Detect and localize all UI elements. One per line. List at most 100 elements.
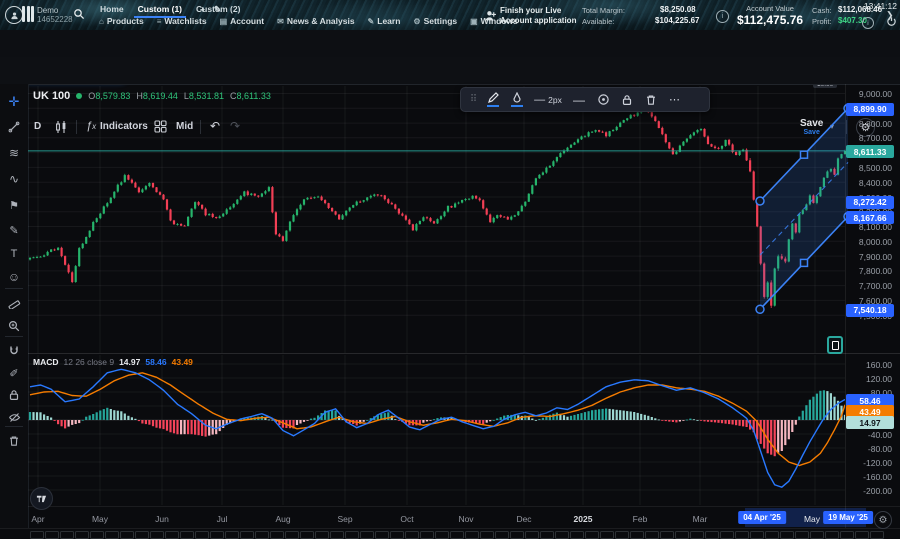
draw-lock-tool[interactable]: ✐ — [0, 364, 28, 382]
window-slot[interactable] — [855, 531, 869, 539]
zoom-in-tool[interactable] — [0, 317, 28, 335]
lock-icon[interactable] — [615, 94, 639, 106]
window-slot[interactable] — [240, 531, 254, 539]
window-slot[interactable] — [75, 531, 89, 539]
window-slot[interactable] — [405, 531, 419, 539]
fib-lines-tool[interactable]: ≋ — [0, 144, 28, 162]
window-slot[interactable] — [165, 531, 179, 539]
window-slot[interactable] — [600, 531, 614, 539]
window-slot[interactable] — [630, 531, 644, 539]
window-slot[interactable] — [750, 531, 764, 539]
window-slot[interactable] — [315, 531, 329, 539]
window-slot[interactable] — [555, 531, 569, 539]
live-account-cta[interactable]: Finish your Live Account application — [500, 6, 576, 26]
window-slot[interactable] — [285, 531, 299, 539]
symbol-name[interactable]: UK 100 — [33, 90, 70, 102]
window-slot[interactable] — [735, 531, 749, 539]
hide-all-tool[interactable] — [0, 408, 28, 426]
power-icon[interactable] — [886, 16, 897, 27]
add-workspace-button[interactable]: + — [196, 2, 209, 16]
window-slot[interactable] — [690, 531, 704, 539]
target-style-button[interactable] — [591, 93, 615, 106]
window-slot[interactable] — [390, 531, 404, 539]
lock-all-tool[interactable] — [0, 386, 28, 404]
window-slot[interactable] — [870, 531, 884, 539]
emoji-tool[interactable]: ☺ — [0, 268, 28, 286]
window-slot[interactable] — [60, 531, 74, 539]
line-style-button[interactable]: — — [567, 93, 591, 107]
account-switcher[interactable]: Demo 14652228 — [37, 6, 73, 24]
range-start-label[interactable]: 04 Apr '25 — [738, 511, 786, 524]
ink-tool-button[interactable] — [505, 92, 529, 107]
line-width-button[interactable]: —2px — [529, 94, 567, 106]
menu-item-news-analysis[interactable]: ✉News & Analysis — [277, 16, 354, 26]
help-ring-icon[interactable] — [5, 6, 23, 24]
info-icon[interactable]: i — [716, 10, 729, 23]
range-end-label[interactable]: 19 May '25 — [823, 511, 873, 524]
window-slot[interactable] — [105, 531, 119, 539]
macd-pane[interactable] — [28, 355, 845, 505]
edit-workspace-icon[interactable]: ✎ — [210, 2, 225, 17]
window-slot[interactable] — [450, 531, 464, 539]
window-slot[interactable] — [270, 531, 284, 539]
drag-handle[interactable]: ⠿ — [467, 94, 481, 105]
window-slot[interactable] — [135, 531, 149, 539]
trend-line-tool[interactable] — [0, 118, 28, 136]
window-slot[interactable] — [300, 531, 314, 539]
window-slot[interactable] — [360, 531, 374, 539]
window-slot[interactable] — [585, 531, 599, 539]
window-slot[interactable] — [795, 531, 809, 539]
window-slot[interactable] — [720, 531, 734, 539]
window-slot[interactable] — [810, 531, 824, 539]
window-slot[interactable] — [375, 531, 389, 539]
brush-tool[interactable]: ✎ — [0, 221, 28, 239]
axis-settings-gear-icon[interactable]: ⚙ — [874, 511, 892, 529]
window-slot[interactable] — [90, 531, 104, 539]
window-slot[interactable] — [420, 531, 434, 539]
window-slot[interactable] — [705, 531, 719, 539]
window-slot[interactable] — [660, 531, 674, 539]
pane-divider[interactable] — [28, 353, 900, 354]
magnet-tool[interactable] — [0, 342, 28, 360]
crosshair-tool[interactable]: ✛ — [0, 93, 28, 111]
window-slot[interactable] — [780, 531, 794, 539]
window-slot[interactable] — [525, 531, 539, 539]
window-slot[interactable] — [510, 531, 524, 539]
window-slot[interactable] — [435, 531, 449, 539]
window-slot[interactable] — [330, 531, 344, 539]
window-slot[interactable] — [825, 531, 839, 539]
window-slot[interactable] — [540, 531, 554, 539]
window-slot[interactable] — [30, 531, 44, 539]
tradingview-logo[interactable] — [30, 487, 53, 510]
menu-item-learn[interactable]: ✎Learn — [368, 16, 401, 26]
macd-title[interactable]: MACD — [33, 357, 59, 367]
window-slot[interactable] — [180, 531, 194, 539]
menu-item-watchlists[interactable]: ≡Watchlists — [157, 16, 207, 26]
window-slot[interactable] — [225, 531, 239, 539]
window-slot[interactable] — [615, 531, 629, 539]
menu-item-account[interactable]: ▤Account — [220, 16, 265, 26]
window-slot[interactable] — [765, 531, 779, 539]
search-icon[interactable] — [73, 8, 85, 20]
window-slot[interactable] — [210, 531, 224, 539]
menu-item-settings[interactable]: ⚙Settings — [413, 16, 457, 26]
more-options-icon[interactable]: ⋯ — [663, 93, 687, 106]
window-slot[interactable] — [675, 531, 689, 539]
ruler-tool[interactable] — [0, 293, 28, 311]
window-slot[interactable] — [570, 531, 584, 539]
window-slot[interactable] — [645, 531, 659, 539]
window-slot[interactable] — [480, 531, 494, 539]
window-slot[interactable] — [345, 531, 359, 539]
window-slot[interactable] — [465, 531, 479, 539]
app-logo[interactable] — [22, 6, 34, 22]
window-slot[interactable] — [45, 531, 59, 539]
text-tool-tool[interactable]: T — [0, 245, 28, 263]
window-slot[interactable] — [150, 531, 164, 539]
info-icon[interactable]: i — [862, 17, 874, 29]
window-slot[interactable] — [195, 531, 209, 539]
price-pane[interactable] — [28, 86, 845, 353]
remove-drawings-tool[interactable] — [0, 432, 28, 450]
trash-icon[interactable] — [639, 94, 663, 106]
window-slot[interactable] — [255, 531, 269, 539]
window-slot[interactable] — [120, 531, 134, 539]
